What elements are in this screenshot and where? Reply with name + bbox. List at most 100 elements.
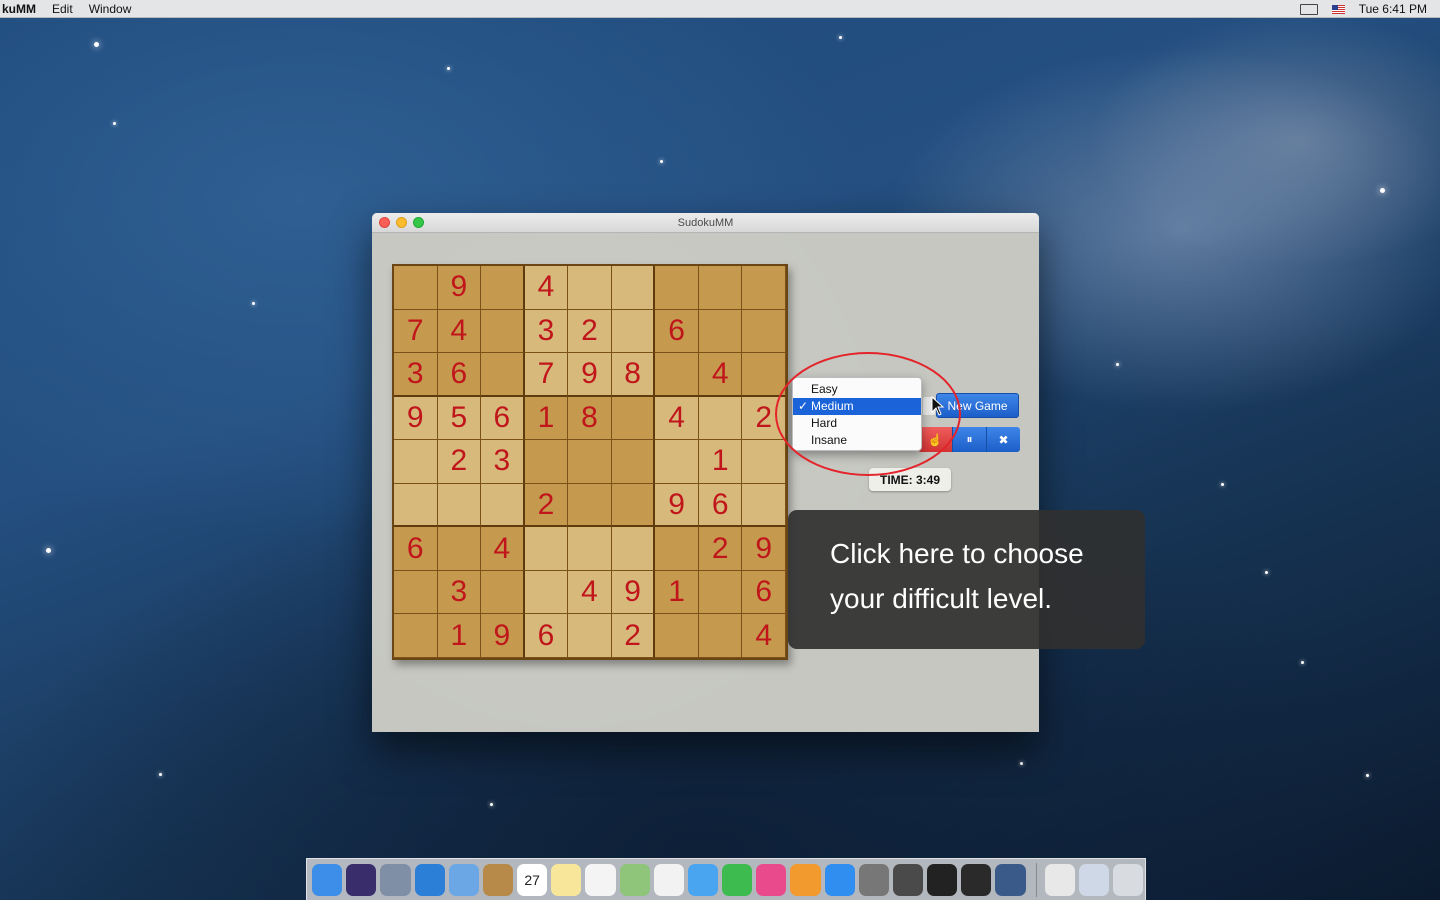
sudoku-cell[interactable]: 1 (655, 570, 699, 615)
sudoku-cell[interactable]: 8 (611, 353, 656, 397)
sudoku-cell[interactable]: 3 (394, 353, 438, 397)
sublime-text-icon[interactable] (892, 863, 924, 896)
sudoku-cell[interactable] (394, 266, 438, 310)
sudoku-cell[interactable]: 4 (742, 614, 786, 658)
sudoku-cell[interactable]: 2 (437, 440, 482, 484)
sudoku-cell[interactable]: 1 (437, 614, 482, 658)
sudoku-cell[interactable]: 5 (437, 396, 482, 441)
sudoku-cell[interactable] (655, 440, 699, 484)
sudoku-cell[interactable] (742, 353, 786, 397)
sudoku-cell[interactable] (394, 614, 438, 658)
sudoku-cell[interactable]: 4 (655, 396, 699, 441)
trash-icon[interactable] (1112, 863, 1144, 896)
close-window-button[interactable] (379, 217, 390, 228)
notes-icon[interactable] (551, 863, 582, 896)
sudoku-cell[interactable]: 8 (568, 396, 612, 441)
sudoku-cell[interactable] (655, 353, 699, 397)
quit-button[interactable]: ✖ (986, 427, 1020, 452)
calendar-icon[interactable]: 27 (517, 863, 548, 896)
ibooks-icon[interactable] (790, 863, 821, 896)
sudoku-cell[interactable]: 6 (742, 570, 786, 615)
sudoku-cell[interactable]: 9 (568, 353, 612, 397)
sudoku-cell[interactable] (611, 266, 656, 310)
mail-icon[interactable] (448, 863, 479, 896)
sudoku-cell[interactable]: 6 (481, 396, 525, 441)
sudoku-cell[interactable] (698, 570, 743, 615)
sudoku-cell[interactable] (481, 353, 525, 397)
sudoku-cell[interactable]: 3 (481, 440, 525, 484)
sudoku-cell[interactable] (698, 266, 743, 310)
sudoku-cell[interactable] (568, 527, 612, 571)
title-bar[interactable]: SudokuMM (372, 213, 1039, 233)
siri-icon[interactable] (346, 863, 377, 896)
contacts-icon[interactable] (482, 863, 514, 896)
downloads-icon[interactable] (1078, 863, 1109, 896)
messages-icon[interactable] (687, 863, 719, 896)
sudoku-cell[interactable]: 2 (568, 309, 612, 354)
sudoku-cell[interactable]: 4 (437, 309, 482, 354)
sudoku-cell[interactable]: 9 (394, 396, 438, 441)
documents-icon[interactable] (1044, 863, 1075, 896)
xcode-instruments-icon[interactable] (995, 863, 1026, 896)
zoom-window-button[interactable] (413, 217, 424, 228)
sudoku-cell[interactable]: 2 (524, 483, 569, 528)
maps-icon[interactable] (619, 863, 650, 896)
sudoku-cell[interactable]: 6 (437, 353, 482, 397)
terminal-icon[interactable] (927, 863, 958, 896)
sudoku-cell[interactable] (742, 309, 786, 354)
sudoku-cell[interactable] (437, 483, 482, 528)
sudoku-cell[interactable] (655, 266, 699, 310)
sudoku-cell[interactable] (611, 309, 656, 354)
sudoku-cell[interactable]: 6 (524, 614, 569, 658)
sudoku-cell[interactable] (742, 266, 786, 310)
sudoku-cell[interactable]: 1 (698, 440, 743, 484)
facetime-icon[interactable] (722, 863, 753, 896)
launchpad-icon[interactable] (380, 863, 411, 896)
minimize-window-button[interactable] (396, 217, 407, 228)
safari-icon[interactable] (414, 863, 445, 896)
sudoku-cell[interactable] (568, 440, 612, 484)
sudoku-cell[interactable] (437, 527, 482, 571)
sudoku-cell[interactable] (655, 614, 699, 658)
reminders-icon[interactable] (585, 863, 616, 896)
sudoku-cell[interactable] (394, 570, 438, 615)
photos-icon[interactable] (653, 863, 684, 896)
sudoku-cell[interactable]: 3 (524, 309, 569, 354)
sudoku-cell[interactable]: 7 (394, 309, 438, 354)
sudoku-cell[interactable]: 6 (394, 527, 438, 571)
sudoku-cell[interactable] (481, 266, 525, 310)
sudoku-cell[interactable] (611, 483, 656, 528)
sudoku-cell[interactable]: 9 (481, 614, 525, 658)
sudoku-cell[interactable]: 6 (698, 483, 743, 528)
sudoku-cell[interactable]: 2 (611, 614, 656, 658)
sudoku-cell[interactable] (698, 614, 743, 658)
menu-clock[interactable]: Tue 6:41 PM (1359, 2, 1427, 16)
sudoku-cell[interactable] (698, 309, 743, 354)
sudoku-cell[interactable]: 2 (698, 527, 743, 571)
sudoku-cell[interactable] (611, 396, 656, 441)
sudoku-cell[interactable] (481, 483, 525, 528)
sudoku-cell[interactable] (394, 440, 438, 484)
sudoku-cell[interactable] (655, 527, 699, 571)
sudoku-cell[interactable]: 7 (524, 353, 569, 397)
app-menu[interactable]: kuMM (0, 2, 36, 16)
sudoku-cell[interactable] (481, 309, 525, 354)
sudoku-cell[interactable] (568, 483, 612, 528)
sudoku-cell[interactable]: 9 (655, 483, 699, 528)
sudoku-cell[interactable]: 6 (655, 309, 699, 354)
sudoku-cell[interactable] (742, 483, 786, 528)
app-store-icon[interactable] (824, 863, 855, 896)
sudoku-cell[interactable] (394, 483, 438, 528)
menu-window[interactable]: Window (89, 2, 132, 16)
sudoku-cell[interactable] (611, 527, 656, 571)
sudoku-cell[interactable] (698, 396, 743, 441)
us-flag-input-icon[interactable] (1331, 4, 1345, 14)
sudoku-cell[interactable]: 9 (742, 527, 786, 571)
sudoku-cell[interactable]: 4 (568, 570, 612, 615)
system-preferences-icon[interactable] (858, 863, 889, 896)
activity-monitor-icon[interactable] (961, 863, 992, 896)
sudoku-cell[interactable] (742, 440, 786, 484)
finder-icon[interactable] (312, 863, 343, 896)
sudoku-cell[interactable]: 9 (437, 266, 482, 310)
sudoku-cell[interactable]: 3 (437, 570, 482, 615)
